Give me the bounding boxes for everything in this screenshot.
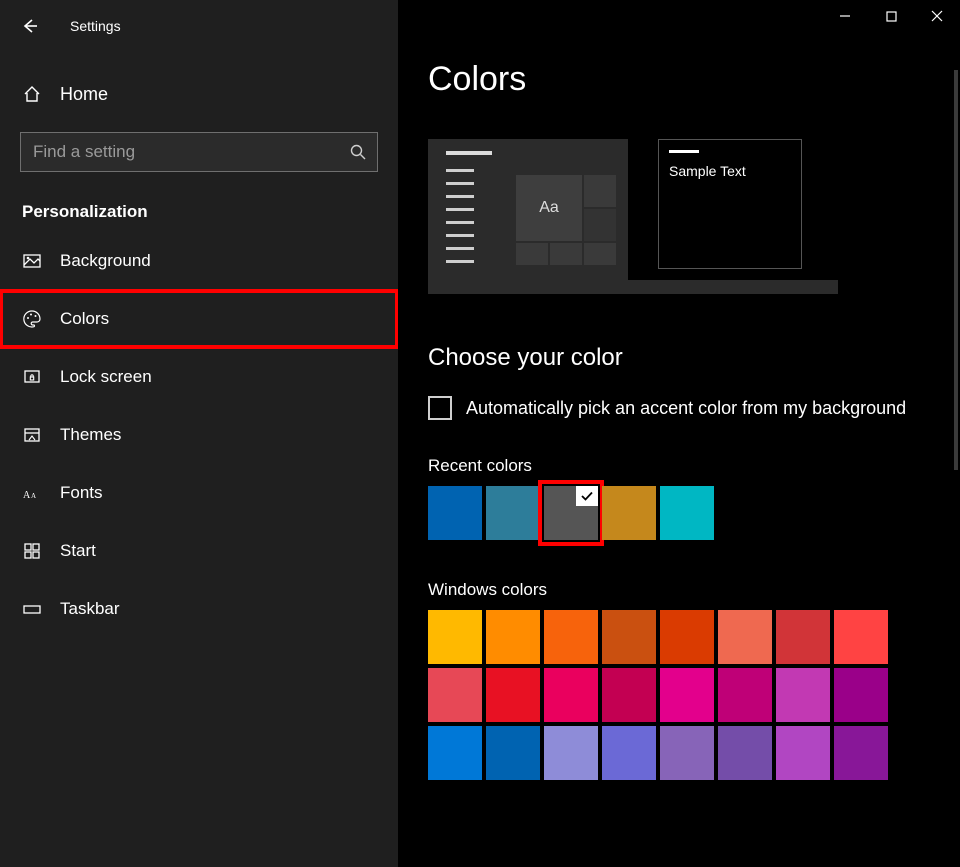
home-icon [22,84,44,104]
windows-colors-label: Windows colors [428,580,960,600]
windows-color-swatch[interactable] [834,610,888,664]
sidebar-item-label: Fonts [60,483,103,503]
recent-color-swatch[interactable] [428,486,482,540]
windows-color-swatch[interactable] [776,610,830,664]
recent-color-swatch[interactable] [660,486,714,540]
lockscreen-icon [22,367,44,387]
sidebar-item-label: Background [60,251,151,271]
windows-color-swatch[interactable] [486,610,540,664]
auto-accent-label: Automatically pick an accent color from … [466,398,906,419]
windows-color-swatch[interactable] [718,610,772,664]
windows-color-swatch[interactable] [486,726,540,780]
preview-aa-label: Aa [516,175,582,241]
preview-sample-text: Sample Text [669,163,791,179]
sidebar-section-title: Personalization [0,202,398,222]
preview-row: Aa Sample Text [428,139,960,294]
search-input[interactable] [20,132,378,172]
windows-color-swatch[interactable] [544,610,598,664]
home-label: Home [60,84,108,105]
windows-color-swatch[interactable] [428,668,482,722]
sidebar-item-fonts[interactable]: AA Fonts [0,464,398,522]
windows-color-swatch[interactable] [602,610,656,664]
sidebar-item-label: Themes [60,425,121,445]
windows-color-swatch[interactable] [660,610,714,664]
windows-color-swatch[interactable] [660,668,714,722]
windows-color-swatch[interactable] [834,668,888,722]
windows-color-swatch[interactable] [544,726,598,780]
scrollbar[interactable] [954,70,958,470]
home-nav[interactable]: Home [0,66,398,122]
window-minimize-button[interactable] [822,0,868,32]
background-icon [22,251,44,271]
sidebar-item-colors[interactable]: Colors [0,290,398,348]
windows-color-swatch[interactable] [718,668,772,722]
recent-color-swatch[interactable] [544,486,598,540]
auto-accent-checkbox-row[interactable]: Automatically pick an accent color from … [428,396,960,420]
sidebar-item-start[interactable]: Start [0,522,398,580]
recent-color-swatch[interactable] [602,486,656,540]
preview-sample-tile[interactable]: Sample Text [658,139,802,269]
sidebar-item-label: Colors [60,309,109,329]
sidebar-item-themes[interactable]: Themes [0,406,398,464]
svg-text:A: A [23,490,31,501]
windows-color-swatch[interactable] [834,726,888,780]
start-icon [22,541,44,561]
back-arrow-icon [21,17,39,35]
taskbar-icon [22,599,44,619]
sidebar-item-label: Start [60,541,96,561]
sidebar-item-lockscreen[interactable]: Lock screen [0,348,398,406]
sidebar-item-background[interactable]: Background [0,232,398,290]
checkmark-icon [576,486,598,506]
app-title: Settings [70,18,121,34]
preview-desktop-tile[interactable]: Aa [428,139,628,294]
windows-color-swatch[interactable] [428,610,482,664]
maximize-icon [886,11,897,22]
close-icon [931,10,943,22]
windows-color-swatch[interactable] [428,726,482,780]
windows-color-swatch[interactable] [544,668,598,722]
windows-color-swatch[interactable] [776,668,830,722]
windows-color-swatch[interactable] [776,726,830,780]
sidebar-item-label: Lock screen [60,367,152,387]
back-button[interactable] [18,14,42,38]
recent-color-swatch[interactable] [486,486,540,540]
recent-colors-label: Recent colors [428,456,960,476]
page-title: Colors [428,60,960,99]
windows-color-swatch[interactable] [602,668,656,722]
sidebar-item-taskbar[interactable]: Taskbar [0,580,398,638]
minimize-icon [839,10,851,22]
colors-icon [22,309,44,329]
themes-icon [22,425,44,445]
windows-color-swatch[interactable] [602,726,656,780]
choose-color-heading: Choose your color [428,344,960,372]
window-close-button[interactable] [914,0,960,32]
sidebar-item-label: Taskbar [60,599,120,619]
windows-color-swatch[interactable] [718,726,772,780]
svg-text:A: A [31,492,36,500]
windows-color-swatch[interactable] [486,668,540,722]
auto-accent-checkbox[interactable] [428,396,452,420]
fonts-icon: AA [22,483,44,503]
windows-color-swatch[interactable] [660,726,714,780]
window-maximize-button[interactable] [868,0,914,32]
